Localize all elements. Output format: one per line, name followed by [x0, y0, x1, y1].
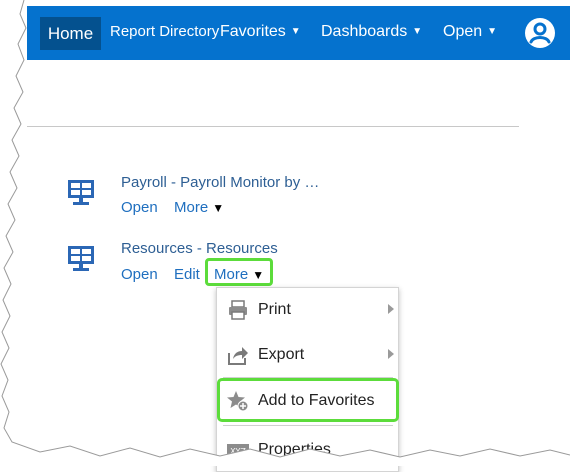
user-avatar-icon[interactable] [523, 16, 557, 50]
add-to-favorites-highlight [217, 378, 399, 422]
nav-dashboards-menu[interactable]: Dashboards ▼ [321, 23, 422, 41]
item-more-link[interactable]: More ▼ [174, 199, 224, 216]
item-open-link[interactable]: Open [121, 266, 158, 283]
chevron-down-icon: ▼ [487, 26, 498, 37]
menu-item-label: Export [258, 346, 305, 363]
item-edit-link[interactable]: Edit [174, 266, 200, 283]
menu-item-print[interactable]: Print [217, 288, 398, 332]
dashboard-monitor-icon [68, 246, 94, 271]
nav-home-tab[interactable]: Home [40, 17, 101, 50]
nav-favorites-label: Favorites [220, 23, 286, 40]
menu-item-label: Print [258, 301, 291, 318]
svg-text:XYZ: XYZ [230, 447, 246, 456]
chevron-down-icon: ▼ [412, 26, 423, 37]
dashboard-monitor-icon [68, 180, 94, 205]
print-icon [229, 300, 247, 320]
nav-home-label: Home [47, 23, 94, 43]
nav-report-directory-label: Report Directory [110, 23, 220, 40]
export-icon [228, 347, 248, 365]
item-title-resources[interactable]: Resources - Resources [121, 240, 278, 257]
top-navbar: Home Report Directory Favorites ▼ Dashboa… [27, 6, 570, 60]
item-title-payroll[interactable]: Payroll - Payroll Monitor by … [121, 174, 319, 191]
nav-open-label: Open [443, 23, 483, 40]
section-divider [27, 126, 519, 127]
menu-item-label: Properties [258, 441, 331, 458]
chevron-down-icon: ▼ [290, 26, 301, 37]
item-open-link[interactable]: Open [121, 199, 158, 216]
nav-favorites-menu[interactable]: Favorites ▼ [220, 23, 301, 41]
nav-dashboards-label: Dashboards [321, 23, 408, 40]
more-button-highlight [205, 258, 273, 286]
nav-report-directory[interactable]: Report Directory [110, 23, 219, 40]
nav-open-menu[interactable]: Open ▼ [443, 23, 497, 41]
caret-down-icon: ▼ [212, 201, 225, 215]
menu-separator [223, 425, 393, 426]
menu-item-properties[interactable]: XYZ Properties [217, 428, 398, 472]
properties-xyz-icon: XYZ [227, 444, 249, 457]
menu-item-export[interactable]: Export [217, 333, 398, 377]
more-label: More [174, 199, 209, 216]
submenu-arrow-icon [388, 304, 394, 314]
submenu-arrow-icon [388, 349, 394, 359]
